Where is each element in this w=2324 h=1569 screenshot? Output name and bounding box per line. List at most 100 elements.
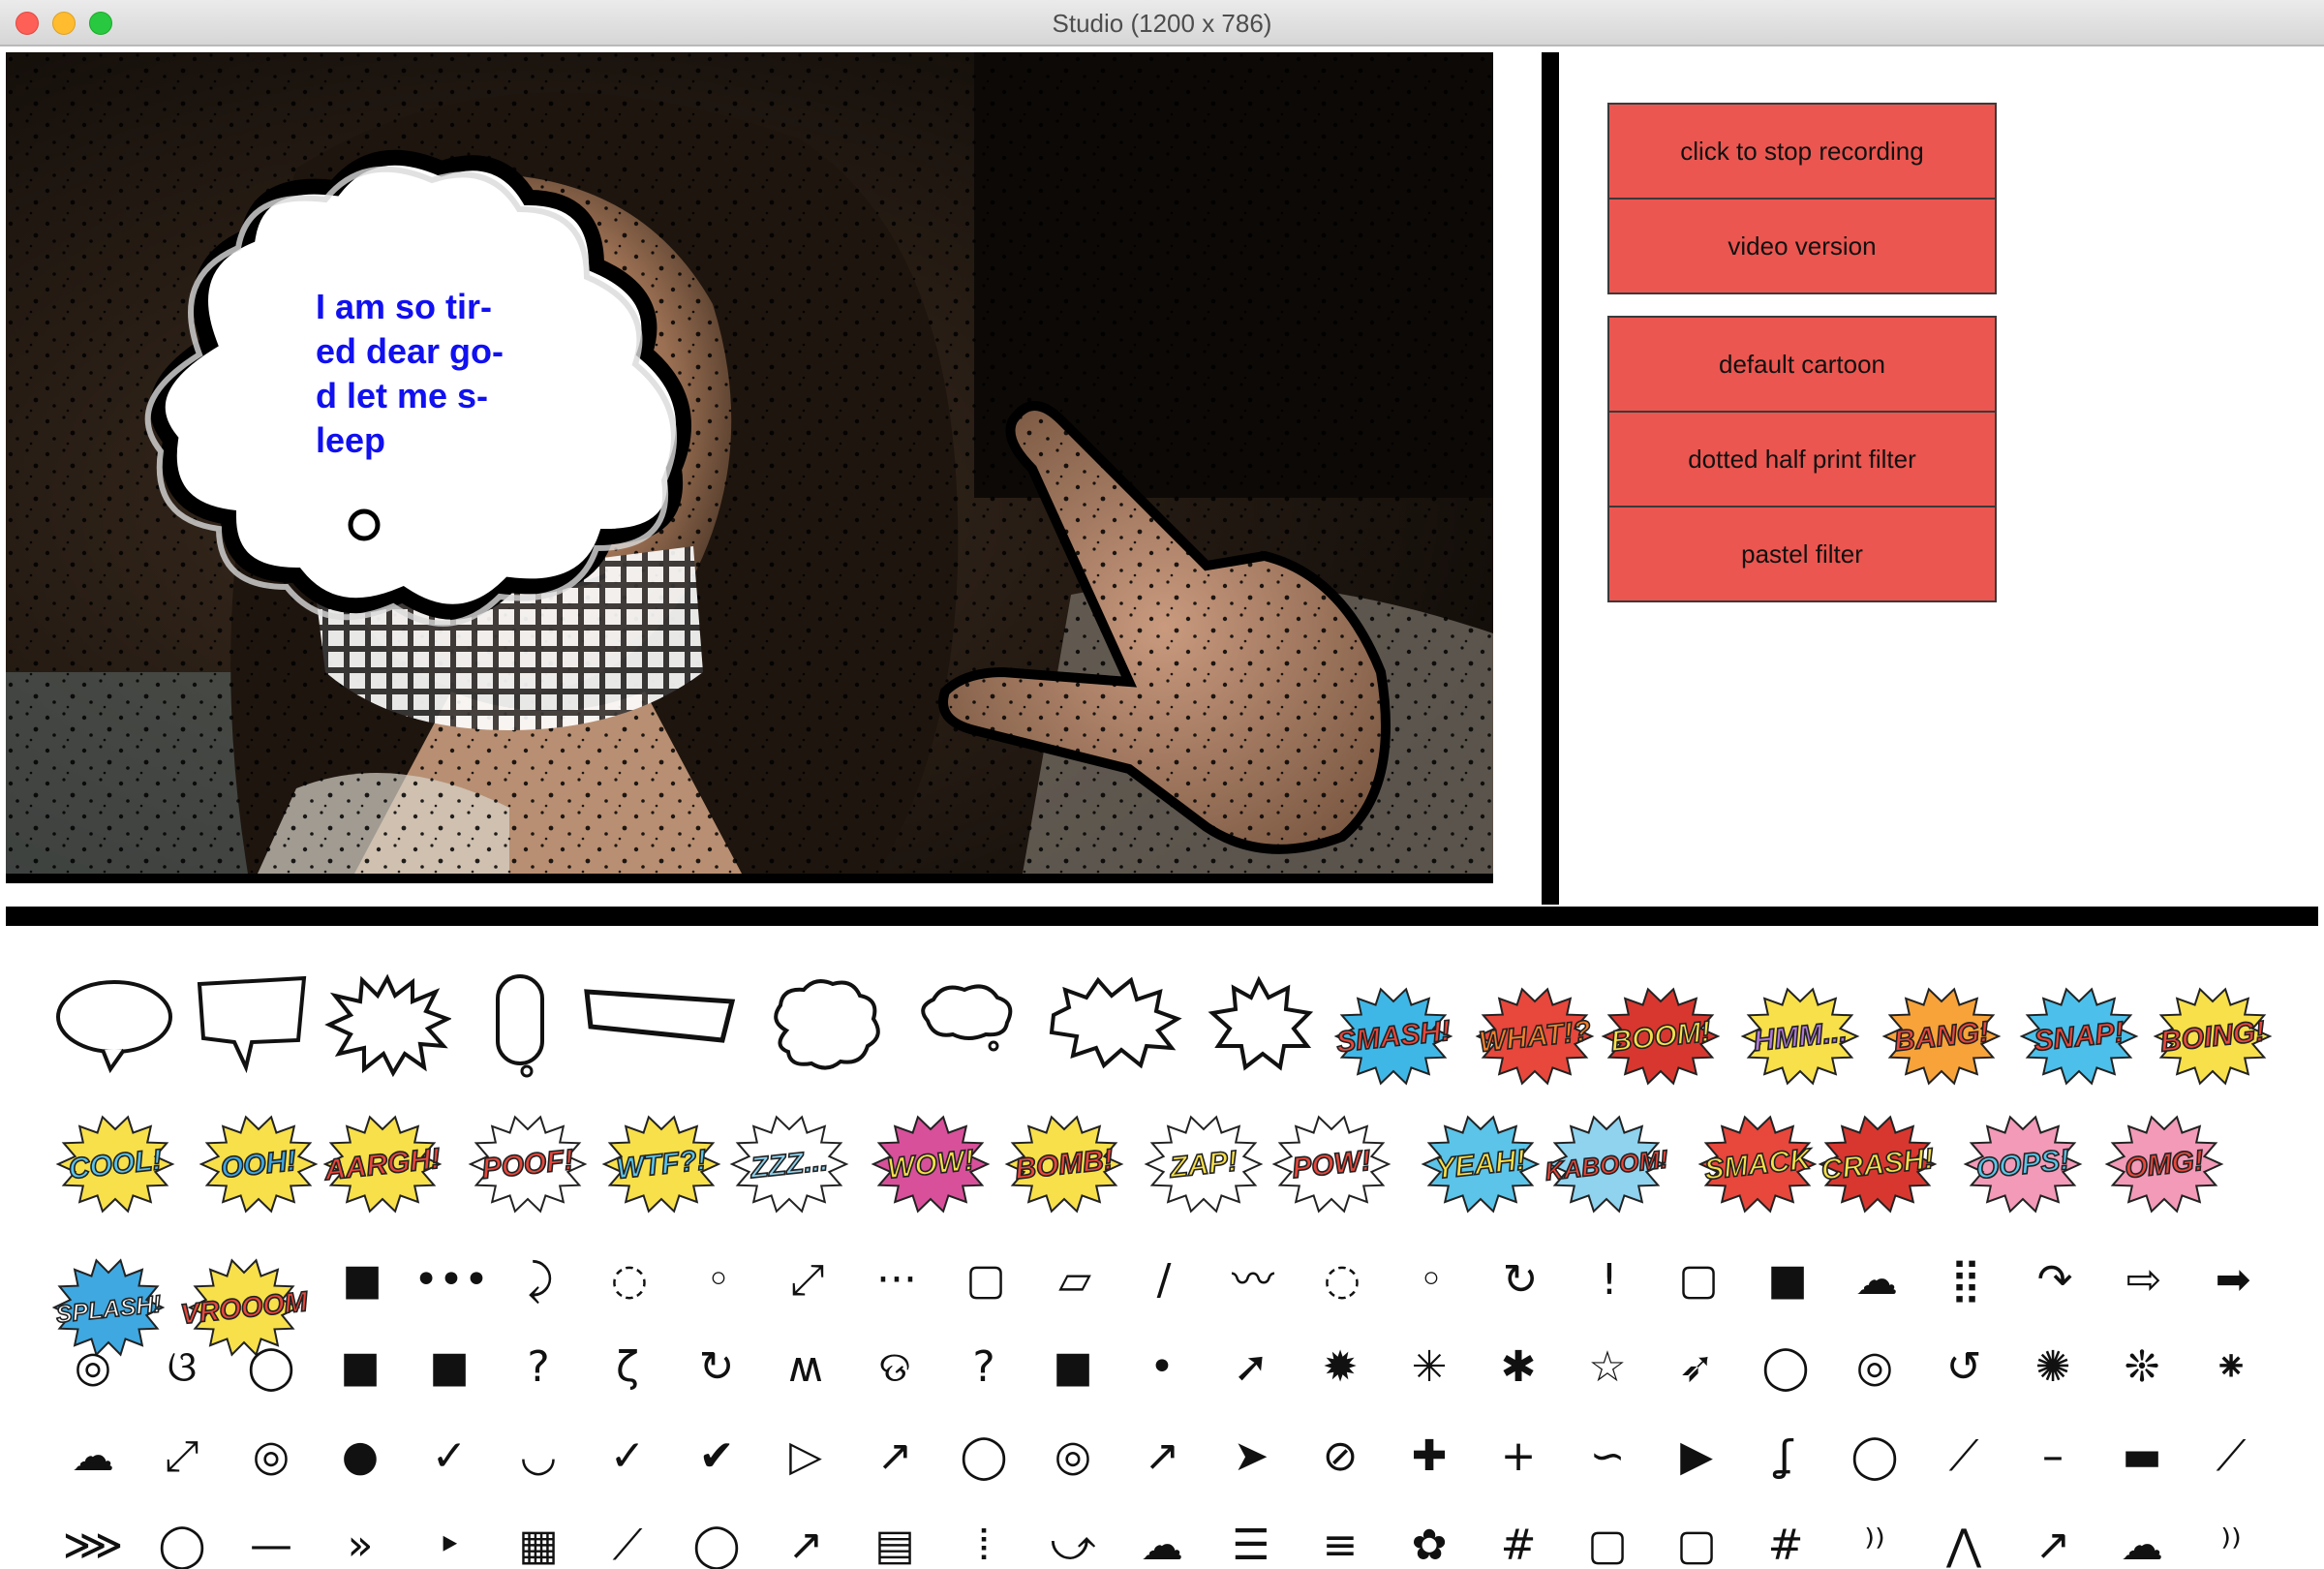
doodle-icon[interactable]: ☁ bbox=[1838, 1242, 1915, 1319]
cloud-thought-balloon-icon[interactable] bbox=[759, 972, 887, 1079]
doodle-icon[interactable]: ❊ bbox=[2103, 1329, 2181, 1406]
doodle-icon[interactable]: ↺ bbox=[1925, 1329, 2003, 1406]
doodle-icon[interactable]: — bbox=[232, 1507, 310, 1569]
ooh-word-sticker[interactable]: OOH! bbox=[199, 1115, 319, 1214]
doodle-icon[interactable]: ✔ bbox=[678, 1418, 755, 1495]
doodle-icon[interactable]: ! bbox=[1571, 1242, 1648, 1319]
video-version-button[interactable]: video version bbox=[1607, 198, 1997, 294]
doodle-icon[interactable]: ▢ bbox=[947, 1242, 1024, 1319]
zap-word-sticker[interactable]: ZAP! bbox=[1144, 1115, 1264, 1214]
tall-oval-balloon-icon[interactable] bbox=[455, 972, 583, 1079]
doodle-icon[interactable]: ↻ bbox=[678, 1329, 755, 1406]
smash-word-sticker[interactable]: SMASH! bbox=[1333, 987, 1452, 1086]
doodle-icon[interactable]: ◦ bbox=[1392, 1242, 1470, 1319]
doodle-icon[interactable]: ☁ bbox=[2103, 1507, 2181, 1569]
doodle-icon[interactable]: 〰 bbox=[1214, 1242, 1292, 1319]
square-speech-balloon-icon[interactable] bbox=[190, 972, 318, 1079]
doodle-icon[interactable]: ଓ bbox=[143, 1329, 221, 1406]
doodle-icon[interactable]: ◡ bbox=[500, 1418, 577, 1495]
doodle-icon[interactable]: ◯ bbox=[945, 1418, 1023, 1495]
doodle-icon[interactable]: ? bbox=[945, 1329, 1023, 1406]
doodle-icon[interactable]: ⤸ bbox=[502, 1242, 579, 1319]
doodle-icon[interactable]: ✺ bbox=[2014, 1329, 2092, 1406]
doodle-icon[interactable]: ◌ bbox=[1303, 1242, 1381, 1319]
doodle-icon[interactable]: ↗ bbox=[2014, 1507, 2092, 1569]
doodle-icon[interactable]: ··· bbox=[858, 1242, 935, 1319]
doodle-icon[interactable]: ◎ bbox=[1836, 1329, 1913, 1406]
doodle-icon[interactable]: ■ bbox=[1749, 1242, 1826, 1319]
wow-word-sticker[interactable]: WOW! bbox=[871, 1115, 991, 1214]
boom-word-sticker[interactable]: BOOM! bbox=[1601, 987, 1721, 1086]
doodle-icon[interactable]: ➡ bbox=[2194, 1242, 2272, 1319]
doodle-icon[interactable]: ■ bbox=[323, 1242, 401, 1319]
doodle-icon[interactable]: ζ bbox=[589, 1329, 666, 1406]
hmm-word-sticker[interactable]: HMM... bbox=[1740, 987, 1860, 1086]
thought-bubble-text[interactable]: I am so tir- ed dear go- d let me s- lee… bbox=[316, 285, 548, 463]
doodle-icon[interactable]: • bbox=[1123, 1329, 1201, 1406]
snap-word-sticker[interactable]: SNAP! bbox=[2019, 987, 2139, 1086]
doodle-icon[interactable]: ⤻ bbox=[1034, 1507, 1112, 1569]
doodle-icon[interactable]: ● bbox=[321, 1418, 399, 1495]
doodle-icon[interactable]: ▢ bbox=[1569, 1507, 1646, 1569]
doodle-icon[interactable]: ‣ bbox=[411, 1507, 488, 1569]
doodle-icon[interactable]: ☁ bbox=[1123, 1507, 1201, 1569]
star-burst-balloon-icon[interactable] bbox=[1197, 972, 1325, 1079]
doodle-icon[interactable]: ■ bbox=[411, 1329, 488, 1406]
doodle-icon[interactable]: ≡ bbox=[1301, 1507, 1379, 1569]
doodle-icon[interactable]: ✱ bbox=[1480, 1329, 1557, 1406]
wtf-word-sticker[interactable]: WTF?! bbox=[601, 1115, 721, 1214]
doodle-icon[interactable]: ▦ bbox=[500, 1507, 577, 1569]
doodle-icon[interactable]: ▷ bbox=[767, 1418, 844, 1495]
small-cloud-balloon-icon[interactable] bbox=[904, 972, 1032, 1079]
doodle-icon[interactable]: ⇨ bbox=[2105, 1242, 2183, 1319]
pastel-filter-button[interactable]: pastel filter bbox=[1607, 506, 1997, 602]
doodle-icon[interactable]: ↻ bbox=[1482, 1242, 1559, 1319]
aargh-word-sticker[interactable]: AARGH! bbox=[321, 1115, 443, 1214]
kaboom-word-sticker[interactable]: KABOOM! bbox=[1543, 1115, 1670, 1214]
doodle-icon[interactable]: ▬ bbox=[2103, 1418, 2181, 1495]
bomb-word-sticker[interactable]: BOMB! bbox=[1004, 1115, 1124, 1214]
doodle-icon[interactable]: ◌ bbox=[591, 1242, 668, 1319]
doodle-icon[interactable]: ◎ bbox=[54, 1329, 132, 1406]
poof-word-sticker[interactable]: POOF! bbox=[468, 1115, 588, 1214]
doodle-icon[interactable]: # bbox=[1747, 1507, 1824, 1569]
doodle-icon[interactable]: ◯ bbox=[143, 1507, 221, 1569]
doodle-icon[interactable]: ◯ bbox=[1836, 1418, 1913, 1495]
doodle-icon[interactable]: ➶ bbox=[1658, 1329, 1735, 1406]
oops-word-sticker[interactable]: OOPS! bbox=[1963, 1115, 2083, 1214]
doodle-icon[interactable]: ⣿ bbox=[1927, 1242, 2004, 1319]
doodle-icon[interactable]: ▶ bbox=[1658, 1418, 1735, 1495]
cool-word-sticker[interactable]: COOL! bbox=[55, 1115, 175, 1214]
doodle-icon[interactable]: ✹ bbox=[1301, 1329, 1379, 1406]
camera-preview[interactable]: I am so tir- ed dear go- d let me s- lee… bbox=[6, 52, 1493, 883]
what-word-sticker[interactable]: WHAT!? bbox=[1475, 987, 1595, 1086]
doodle-icon[interactable]: ▤ bbox=[856, 1507, 933, 1569]
doodle-icon[interactable]: ☆ bbox=[1569, 1329, 1646, 1406]
doodle-icon[interactable]: ◯ bbox=[232, 1329, 310, 1406]
doodle-icon[interactable]: ✳ bbox=[1391, 1329, 1468, 1406]
doodle-icon[interactable]: ↗ bbox=[856, 1418, 933, 1495]
doodle-icon[interactable]: ∽ bbox=[1569, 1418, 1646, 1495]
doodle-icon[interactable]: ■ bbox=[321, 1329, 399, 1406]
doodle-icon[interactable]: ⋙ bbox=[54, 1507, 132, 1569]
doodle-icon[interactable]: ➤ bbox=[1212, 1418, 1290, 1495]
doodle-icon[interactable]: ⤢ bbox=[769, 1242, 846, 1319]
doodle-icon[interactable]: ▢ bbox=[1658, 1507, 1735, 1569]
wide-burst-balloon-icon[interactable] bbox=[1044, 972, 1183, 1079]
doodle-icon[interactable]: ⟋ bbox=[1925, 1418, 2003, 1495]
doodle-icon[interactable]: ⁾⁾ bbox=[2192, 1507, 2270, 1569]
doodle-icon[interactable]: ⤢ bbox=[143, 1418, 221, 1495]
doodle-icon[interactable]: ◎ bbox=[232, 1418, 310, 1495]
doodle-icon[interactable]: ✿ bbox=[1391, 1507, 1468, 1569]
crash-word-sticker[interactable]: CRASH! bbox=[1818, 1115, 1938, 1214]
doodle-icon[interactable]: ⁾⁾ bbox=[1836, 1507, 1913, 1569]
doodle-icon[interactable]: ➚ bbox=[1212, 1329, 1290, 1406]
doodle-icon[interactable]: ☁ bbox=[54, 1418, 132, 1495]
default-cartoon-button[interactable]: default cartoon bbox=[1607, 316, 1997, 413]
doodle-icon[interactable]: ▱ bbox=[1036, 1242, 1114, 1319]
bang-word-sticker[interactable]: BANG! bbox=[1881, 987, 2002, 1086]
round-speech-balloon-icon[interactable] bbox=[52, 972, 180, 1079]
doodle-icon[interactable]: ☰ bbox=[1212, 1507, 1290, 1569]
doodle-icon[interactable]: ◎ bbox=[1034, 1418, 1112, 1495]
doodle-icon[interactable]: ••• bbox=[413, 1242, 490, 1319]
